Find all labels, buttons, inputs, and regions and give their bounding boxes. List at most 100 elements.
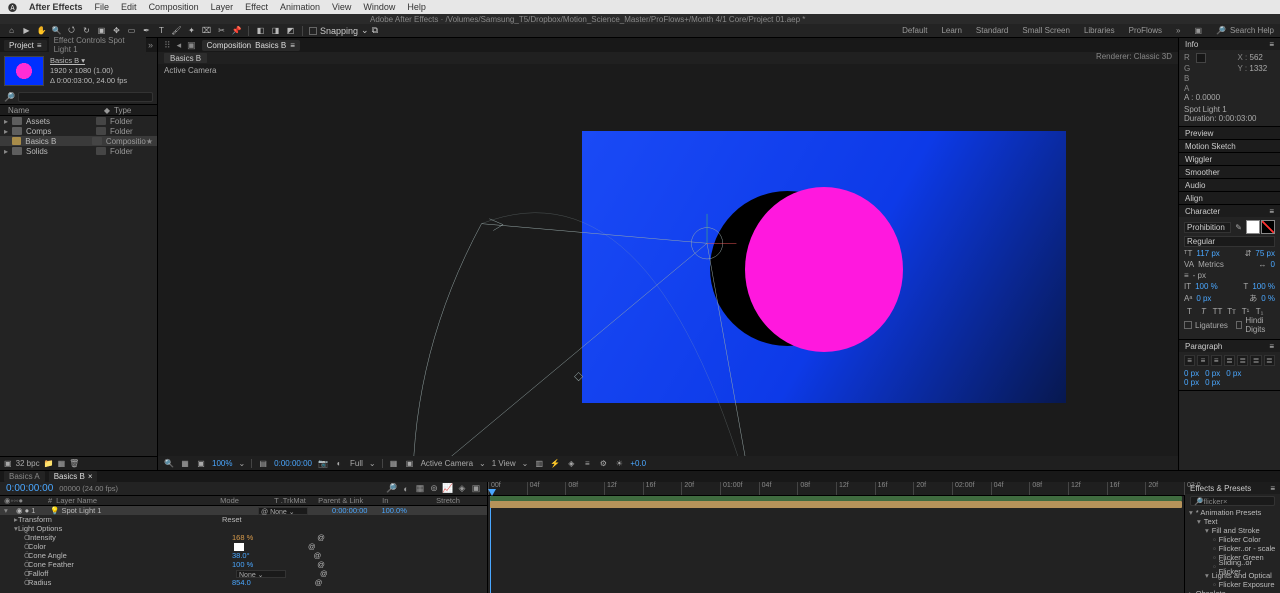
- italic-icon[interactable]: T: [1198, 306, 1209, 316]
- current-timecode[interactable]: 0:00:00:00: [6, 483, 53, 494]
- col-layer-name[interactable]: Layer Name: [56, 496, 216, 505]
- shy-icon[interactable]: ◐: [401, 484, 411, 494]
- menu-edit[interactable]: Edit: [121, 2, 137, 12]
- col-type[interactable]: Type: [114, 106, 131, 115]
- panel-menu-icon[interactable]: ≡: [1269, 207, 1274, 216]
- region-icon[interactable]: ▣: [405, 459, 415, 468]
- tab-project[interactable]: Project ≡: [4, 40, 47, 51]
- type-tool-icon[interactable]: T: [156, 25, 167, 36]
- label-col-icon[interactable]: ◆: [100, 106, 114, 115]
- menu-layer[interactable]: Layer: [211, 2, 234, 12]
- timeline-tab-a[interactable]: Basics A: [4, 471, 45, 482]
- pickwhip-icon[interactable]: @: [317, 560, 325, 569]
- close-icon[interactable]: ×: [88, 472, 93, 481]
- view-axis-icon[interactable]: ◩: [285, 25, 296, 36]
- panel-grip-icon[interactable]: ⠿: [164, 40, 171, 51]
- menu-view[interactable]: View: [332, 2, 351, 12]
- col-mode[interactable]: Mode: [220, 496, 270, 505]
- justify-center-icon[interactable]: ≣: [1237, 355, 1248, 366]
- prop-radius[interactable]: ÖRadius854.0@: [0, 578, 487, 587]
- puppet-tool-icon[interactable]: 📌: [231, 25, 242, 36]
- workspace-libraries[interactable]: Libraries: [1084, 26, 1115, 35]
- layer-duration-bar[interactable]: [490, 501, 1182, 508]
- current-time[interactable]: 0:00:00:00: [274, 459, 312, 468]
- menu-window[interactable]: Window: [363, 2, 395, 12]
- project-row-solids[interactable]: ▸SolidsFolder: [0, 146, 157, 156]
- panel-character[interactable]: Character≡: [1179, 205, 1280, 217]
- hindi-checkbox[interactable]: Hindi Digits: [1236, 316, 1275, 334]
- search-icon[interactable]: 🔎: [4, 92, 15, 103]
- justify-left-icon[interactable]: ≣: [1224, 355, 1235, 366]
- panel-wiggler[interactable]: Wiggler: [1179, 153, 1280, 165]
- magnet-icon[interactable]: ⧉: [372, 25, 378, 36]
- panel-menu-icon[interactable]: ≡: [1269, 40, 1274, 49]
- justify-all-icon[interactable]: ≣: [1264, 355, 1275, 366]
- clone-tool-icon[interactable]: ✦: [186, 25, 197, 36]
- prop-cone-angle[interactable]: ÖCone Angle38.0°@: [0, 551, 487, 560]
- workspace-small[interactable]: Small Screen: [1022, 26, 1070, 35]
- col-parent[interactable]: Parent & Link: [318, 496, 378, 505]
- help-search[interactable]: 🔎 Search Help: [1216, 26, 1274, 35]
- new-folder-icon[interactable]: 📁: [44, 459, 54, 468]
- panel-align[interactable]: Align: [1179, 192, 1280, 204]
- resolution-icon[interactable]: ▤: [258, 459, 268, 468]
- effects-tree-item[interactable]: ▫Flicker Exposure: [1189, 580, 1276, 589]
- panel-preview[interactable]: Preview: [1179, 127, 1280, 139]
- col-trkmat[interactable]: T .TrkMat: [274, 496, 314, 505]
- font-size[interactable]: 117 px: [1196, 249, 1219, 258]
- kerning-dropdown[interactable]: Metrics: [1198, 260, 1224, 269]
- resolution-dropdown[interactable]: Full: [350, 459, 363, 468]
- fill-swatch[interactable]: [1246, 220, 1260, 234]
- prop-color[interactable]: ÖColor@: [0, 542, 487, 551]
- space-after[interactable]: 0 px: [1205, 378, 1220, 387]
- align-center-icon[interactable]: ≡: [1197, 355, 1208, 366]
- baseline[interactable]: 0 px: [1196, 294, 1211, 303]
- effects-search-input[interactable]: 🔎 flicker ×: [1190, 496, 1275, 506]
- chevron-icon[interactable]: ⌄: [361, 25, 369, 36]
- mask-icon[interactable]: ▣: [196, 459, 206, 468]
- layer-row-spotlight[interactable]: ▾◉ ● 1💡 Spot Light 1@ None ⌄0:00:00:0010…: [0, 506, 487, 515]
- selection-tool-icon[interactable]: ▶: [21, 25, 32, 36]
- workspace-proflows[interactable]: ProFlows: [1129, 26, 1162, 35]
- indent-left[interactable]: 0 px: [1184, 369, 1199, 378]
- col-name[interactable]: Name: [8, 106, 100, 115]
- panel-smoother[interactable]: Smoother: [1179, 166, 1280, 178]
- pickwhip-icon[interactable]: @: [314, 551, 322, 560]
- snapping-toggle[interactable]: Snapping ⌄ ⧉: [309, 25, 378, 36]
- tsume[interactable]: 0 %: [1261, 294, 1275, 303]
- snapshot-icon[interactable]: 📷: [318, 459, 328, 468]
- pickwhip-icon[interactable]: @: [308, 542, 316, 551]
- menu-file[interactable]: File: [95, 2, 110, 12]
- chevron-icon[interactable]: ⌄: [238, 459, 245, 468]
- comp-breadcrumb[interactable]: Composition Basics B ≡: [202, 40, 300, 51]
- views-dropdown[interactable]: 1 View: [492, 459, 516, 468]
- effects-tree-item[interactable]: ▾Lights and Optical: [1189, 571, 1276, 580]
- effects-tree-item[interactable]: ▾* Animation Presets: [1189, 508, 1276, 517]
- prop-falloff[interactable]: ÖFalloffNone ⌄@: [0, 569, 487, 578]
- draft3d-icon[interactable]: ◈: [457, 484, 467, 494]
- layer-row-transform[interactable]: ▸TransformReset: [0, 515, 487, 524]
- motionblur-icon[interactable]: ⊚: [429, 484, 439, 494]
- workspace-more-icon[interactable]: »: [1176, 26, 1180, 35]
- home-icon[interactable]: ⌂: [6, 25, 17, 36]
- font-weight-dropdown[interactable]: Regular: [1184, 236, 1275, 247]
- flowchart-icon[interactable]: ⚙: [598, 459, 608, 468]
- comp-thumbnail[interactable]: [4, 56, 44, 86]
- cc-status-icon[interactable]: ▣: [1194, 26, 1202, 35]
- world-axis-icon[interactable]: ◨: [270, 25, 281, 36]
- layer-row-light-options[interactable]: ▾Light Options: [0, 524, 487, 533]
- menu-composition[interactable]: Composition: [149, 2, 199, 12]
- menu-help[interactable]: Help: [407, 2, 426, 12]
- stroke-width[interactable]: - px: [1193, 271, 1206, 280]
- panel-menu-icon[interactable]: »: [148, 40, 153, 50]
- close-icon[interactable]: ≡: [290, 41, 295, 50]
- new-comp-icon[interactable]: ▦: [58, 459, 66, 468]
- project-row-comps[interactable]: ▸CompsFolder: [0, 126, 157, 136]
- pickwhip-icon[interactable]: @: [317, 533, 325, 542]
- time-ruler[interactable]: 00f04f08f12f16f20f01:00f04f08f12f16f20f0…: [488, 482, 1184, 496]
- grid-icon[interactable]: ▦: [180, 459, 190, 468]
- ligatures-checkbox[interactable]: Ligatures: [1184, 321, 1228, 330]
- frameblend-icon[interactable]: ▦: [415, 484, 425, 494]
- timeline-tab-b[interactable]: Basics B ×: [49, 471, 98, 482]
- project-search-input[interactable]: [18, 92, 153, 102]
